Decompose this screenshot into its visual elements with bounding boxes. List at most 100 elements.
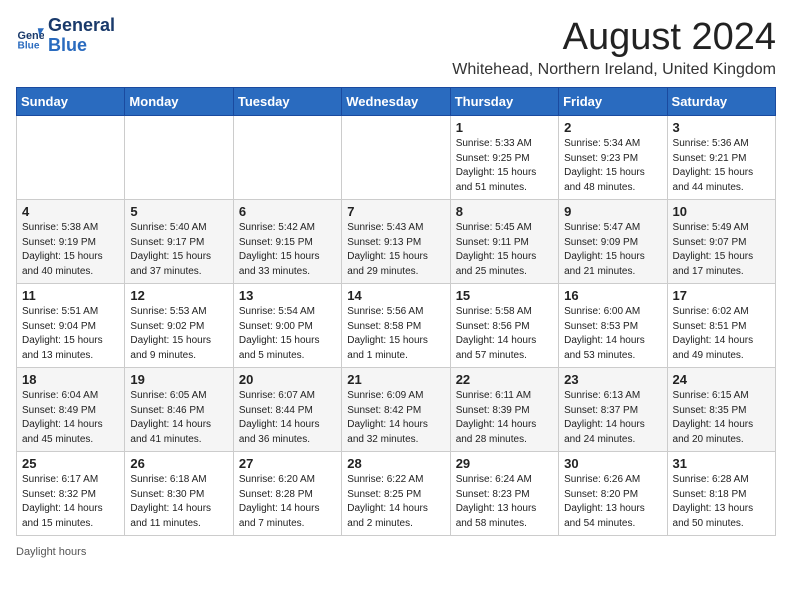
calendar-cell: 27 Sunrise: 6:20 AM Sunset: 8:28 PM Dayli… bbox=[233, 452, 341, 536]
calendar-col-thursday: Thursday bbox=[450, 88, 558, 116]
month-year: August 2024 bbox=[452, 16, 776, 59]
day-number: 11 bbox=[22, 288, 119, 303]
calendar-cell bbox=[342, 116, 450, 200]
calendar-cell: 8 Sunrise: 5:45 AM Sunset: 9:11 PM Daylig… bbox=[450, 200, 558, 284]
logo-icon: General Blue bbox=[16, 22, 44, 50]
calendar-col-tuesday: Tuesday bbox=[233, 88, 341, 116]
day-info: Sunrise: 6:24 AM Sunset: 8:23 PM Dayligh… bbox=[456, 473, 553, 531]
day-number: 6 bbox=[239, 204, 336, 219]
calendar-cell: 9 Sunrise: 5:47 AM Sunset: 9:09 PM Daylig… bbox=[559, 200, 667, 284]
day-number: 27 bbox=[239, 456, 336, 471]
calendar-header-row: SundayMondayTuesdayWednesdayThursdayFrid… bbox=[17, 88, 776, 116]
calendar-cell: 14 Sunrise: 5:56 AM Sunset: 8:58 PM Dayli… bbox=[342, 284, 450, 368]
calendar-col-sunday: Sunday bbox=[17, 88, 125, 116]
calendar-cell: 5Sunrise: 5:40 AM Sunset: 9:17 PM Daylig… bbox=[125, 200, 233, 284]
day-info: Sunrise: 5:58 AM Sunset: 8:56 PM Dayligh… bbox=[456, 305, 553, 363]
day-number: 2 bbox=[564, 120, 661, 135]
logo: General Blue General Blue bbox=[16, 16, 115, 56]
day-number: 29 bbox=[456, 456, 553, 471]
day-number: 8 bbox=[456, 204, 553, 219]
logo-text: General Blue bbox=[48, 16, 115, 56]
day-number: 23 bbox=[564, 372, 661, 387]
day-info: Sunrise: 5:47 AM Sunset: 9:09 PM Dayligh… bbox=[564, 221, 661, 279]
day-number: 4 bbox=[22, 204, 119, 219]
day-number: 3 bbox=[673, 120, 770, 135]
day-info: Sunrise: 5:45 AM Sunset: 9:11 PM Dayligh… bbox=[456, 221, 553, 279]
day-info: Sunrise: 5:42 AM Sunset: 9:15 PM Dayligh… bbox=[239, 221, 336, 279]
calendar-cell: 21 Sunrise: 6:09 AM Sunset: 8:42 PM Dayli… bbox=[342, 368, 450, 452]
calendar-cell: 17Sunrise: 6:02 AM Sunset: 8:51 PM Dayli… bbox=[667, 284, 775, 368]
calendar-cell: 23Sunrise: 6:13 AM Sunset: 8:37 PM Dayli… bbox=[559, 368, 667, 452]
calendar-cell: 25Sunrise: 6:17 AM Sunset: 8:32 PM Dayli… bbox=[17, 452, 125, 536]
day-number: 24 bbox=[673, 372, 770, 387]
calendar-cell: 12 Sunrise: 5:53 AM Sunset: 9:02 PM Dayli… bbox=[125, 284, 233, 368]
day-number: 31 bbox=[673, 456, 770, 471]
day-info: Sunrise: 6:22 AM Sunset: 8:25 PM Dayligh… bbox=[347, 473, 444, 531]
calendar-week-3: 11 Sunrise: 5:51 AM Sunset: 9:04 PM Dayli… bbox=[17, 284, 776, 368]
day-info: Sunrise: 5:56 AM Sunset: 8:58 PM Dayligh… bbox=[347, 305, 444, 363]
page-header: General Blue General Blue August 2024 Wh… bbox=[16, 16, 776, 79]
day-info: Sunrise: 6:00 AM Sunset: 8:53 PM Dayligh… bbox=[564, 305, 661, 363]
calendar-cell: 15Sunrise: 5:58 AM Sunset: 8:56 PM Dayli… bbox=[450, 284, 558, 368]
calendar-cell: 26 Sunrise: 6:18 AM Sunset: 8:30 PM Dayli… bbox=[125, 452, 233, 536]
day-info: Sunrise: 6:05 AM Sunset: 8:46 PM Dayligh… bbox=[130, 389, 227, 447]
day-number: 20 bbox=[239, 372, 336, 387]
calendar-cell: 31 Sunrise: 6:28 AM Sunset: 8:18 PM Dayli… bbox=[667, 452, 775, 536]
calendar-cell: 10 Sunrise: 5:49 AM Sunset: 9:07 PM Dayli… bbox=[667, 200, 775, 284]
day-number: 14 bbox=[347, 288, 444, 303]
day-number: 19 bbox=[130, 372, 227, 387]
calendar-cell: 13Sunrise: 5:54 AM Sunset: 9:00 PM Dayli… bbox=[233, 284, 341, 368]
day-info: Sunrise: 6:09 AM Sunset: 8:42 PM Dayligh… bbox=[347, 389, 444, 447]
calendar-cell: 3 Sunrise: 5:36 AM Sunset: 9:21 PM Daylig… bbox=[667, 116, 775, 200]
day-info: Sunrise: 5:33 AM Sunset: 9:25 PM Dayligh… bbox=[456, 137, 553, 195]
day-number: 21 bbox=[347, 372, 444, 387]
day-info: Sunrise: 5:49 AM Sunset: 9:07 PM Dayligh… bbox=[673, 221, 770, 279]
day-number: 16 bbox=[564, 288, 661, 303]
day-info: Sunrise: 6:07 AM Sunset: 8:44 PM Dayligh… bbox=[239, 389, 336, 447]
calendar-cell: 19 Sunrise: 6:05 AM Sunset: 8:46 PM Dayli… bbox=[125, 368, 233, 452]
calendar: SundayMondayTuesdayWednesdayThursdayFrid… bbox=[16, 87, 776, 536]
day-info: Sunrise: 6:20 AM Sunset: 8:28 PM Dayligh… bbox=[239, 473, 336, 531]
calendar-cell: 1 Sunrise: 5:33 AM Sunset: 9:25 PM Daylig… bbox=[450, 116, 558, 200]
footer: Daylight hours bbox=[16, 546, 776, 558]
day-info: Sunrise: 5:36 AM Sunset: 9:21 PM Dayligh… bbox=[673, 137, 770, 195]
calendar-col-monday: Monday bbox=[125, 88, 233, 116]
day-info: Sunrise: 6:28 AM Sunset: 8:18 PM Dayligh… bbox=[673, 473, 770, 531]
day-number: 10 bbox=[673, 204, 770, 219]
calendar-cell: 4 Sunrise: 5:38 AM Sunset: 9:19 PM Daylig… bbox=[17, 200, 125, 284]
day-info: Sunrise: 5:43 AM Sunset: 9:13 PM Dayligh… bbox=[347, 221, 444, 279]
calendar-week-5: 25Sunrise: 6:17 AM Sunset: 8:32 PM Dayli… bbox=[17, 452, 776, 536]
calendar-col-saturday: Saturday bbox=[667, 88, 775, 116]
day-number: 18 bbox=[22, 372, 119, 387]
day-number: 26 bbox=[130, 456, 227, 471]
day-info: Sunrise: 6:11 AM Sunset: 8:39 PM Dayligh… bbox=[456, 389, 553, 447]
day-info: Sunrise: 5:53 AM Sunset: 9:02 PM Dayligh… bbox=[130, 305, 227, 363]
calendar-cell: 30Sunrise: 6:26 AM Sunset: 8:20 PM Dayli… bbox=[559, 452, 667, 536]
day-info: Sunrise: 5:34 AM Sunset: 9:23 PM Dayligh… bbox=[564, 137, 661, 195]
day-info: Sunrise: 6:04 AM Sunset: 8:49 PM Dayligh… bbox=[22, 389, 119, 447]
day-number: 7 bbox=[347, 204, 444, 219]
day-info: Sunrise: 6:15 AM Sunset: 8:35 PM Dayligh… bbox=[673, 389, 770, 447]
calendar-col-wednesday: Wednesday bbox=[342, 88, 450, 116]
calendar-col-friday: Friday bbox=[559, 88, 667, 116]
calendar-cell: 11 Sunrise: 5:51 AM Sunset: 9:04 PM Dayli… bbox=[17, 284, 125, 368]
day-number: 30 bbox=[564, 456, 661, 471]
day-info: Sunrise: 5:51 AM Sunset: 9:04 PM Dayligh… bbox=[22, 305, 119, 363]
calendar-cell: 2 Sunrise: 5:34 AM Sunset: 9:23 PM Daylig… bbox=[559, 116, 667, 200]
calendar-cell bbox=[125, 116, 233, 200]
day-info: Sunrise: 6:18 AM Sunset: 8:30 PM Dayligh… bbox=[130, 473, 227, 531]
day-number: 1 bbox=[456, 120, 553, 135]
calendar-cell: 24 Sunrise: 6:15 AM Sunset: 8:35 PM Dayli… bbox=[667, 368, 775, 452]
day-number: 9 bbox=[564, 204, 661, 219]
title-block: August 2024 Whitehead, Northern Ireland,… bbox=[452, 16, 776, 79]
calendar-cell: 16 Sunrise: 6:00 AM Sunset: 8:53 PM Dayli… bbox=[559, 284, 667, 368]
calendar-cell bbox=[17, 116, 125, 200]
day-info: Sunrise: 5:38 AM Sunset: 9:19 PM Dayligh… bbox=[22, 221, 119, 279]
day-number: 12 bbox=[130, 288, 227, 303]
calendar-cell: 6 Sunrise: 5:42 AM Sunset: 9:15 PM Daylig… bbox=[233, 200, 341, 284]
svg-text:Blue: Blue bbox=[18, 40, 40, 50]
day-number: 22 bbox=[456, 372, 553, 387]
daylight-label: Daylight hours bbox=[16, 546, 86, 558]
calendar-week-1: 1 Sunrise: 5:33 AM Sunset: 9:25 PM Daylig… bbox=[17, 116, 776, 200]
day-number: 5 bbox=[130, 204, 227, 219]
